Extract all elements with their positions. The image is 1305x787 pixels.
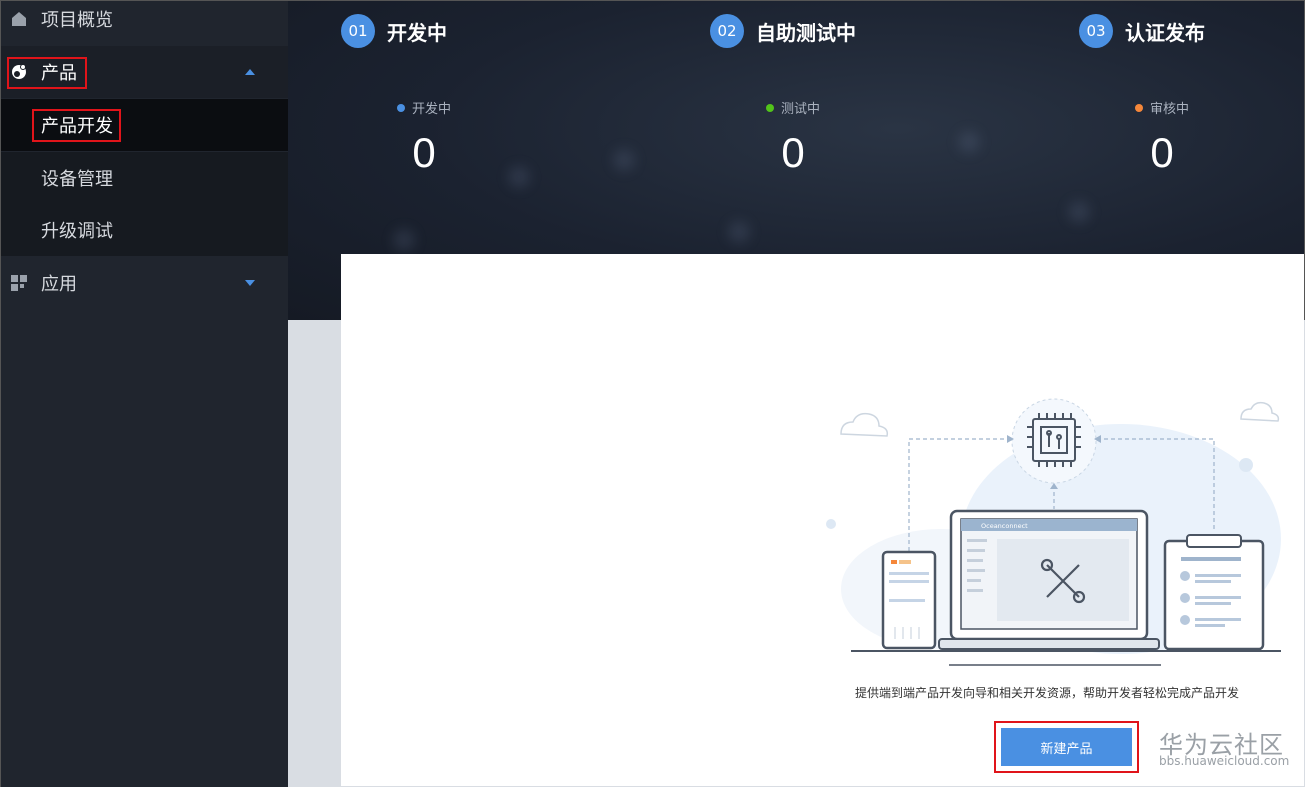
stat-testing: 测试中 0	[713, 98, 873, 177]
home-icon	[12, 12, 26, 26]
status-dot	[1134, 103, 1143, 112]
step-number: 02	[710, 14, 744, 48]
chevron-up-icon[interactable]	[245, 69, 255, 75]
step-testing: 02 自助测试中	[710, 14, 856, 48]
sidebar-item-overview[interactable]: 项目概览	[1, 0, 289, 45]
watermark-url: bbs.huaweicloud.com	[1159, 754, 1290, 768]
sidebar-item-label: 应用	[41, 274, 77, 295]
sidebar-item-label: 升级调试	[41, 221, 113, 242]
sidebar-item-label: 项目概览	[41, 10, 113, 31]
stat-value: 0	[1150, 129, 1174, 176]
product-dev-illustration: Oceanconnect	[826, 398, 1281, 666]
svg-text:Oceanconnect: Oceanconnect	[981, 522, 1028, 530]
stat-review: 审核中 0	[1082, 98, 1242, 177]
step-number: 01	[341, 14, 375, 48]
step-release: 03 认证发布	[1079, 14, 1205, 48]
status-dot	[765, 103, 774, 112]
highlight-box-create-button	[994, 721, 1139, 773]
stat-label: 开发中	[411, 102, 451, 117]
sidebar-item-label: 设备管理	[41, 169, 113, 190]
highlight-box-product-dev	[32, 109, 121, 142]
stat-dev: 开发中 0	[344, 98, 504, 177]
step-title: 自助测试中	[756, 20, 856, 45]
highlight-box-product	[7, 57, 87, 89]
sidebar-item-apps[interactable]: 应用	[1, 257, 289, 309]
chevron-down-icon[interactable]	[245, 280, 255, 286]
intro-description: 提供端到端产品开发向导和相关开发资源，帮助开发者轻松完成产品开发	[855, 686, 1240, 700]
stat-value: 0	[412, 129, 436, 176]
stat-label: 审核中	[1149, 102, 1189, 117]
sidebar: 项目概览 产品 产品开发 设备管理 升级调试 应用	[0, 0, 289, 787]
main-panel: Oceanconnect 提供端到端产品开发向导和相关开发资源，帮助开发者轻松完…	[341, 254, 1304, 786]
step-title: 开发中	[387, 20, 447, 45]
sidebar-item-upgrade-debug[interactable]: 升级调试	[1, 204, 289, 256]
stat-label: 测试中	[780, 102, 820, 117]
step-number: 03	[1079, 14, 1113, 48]
sidebar-item-device-mgmt[interactable]: 设备管理	[1, 152, 289, 204]
grid-icon	[11, 275, 27, 291]
step-title: 认证发布	[1125, 20, 1205, 45]
step-dev: 01 开发中	[341, 14, 447, 48]
status-dot	[396, 103, 405, 112]
stat-value: 0	[781, 129, 805, 176]
